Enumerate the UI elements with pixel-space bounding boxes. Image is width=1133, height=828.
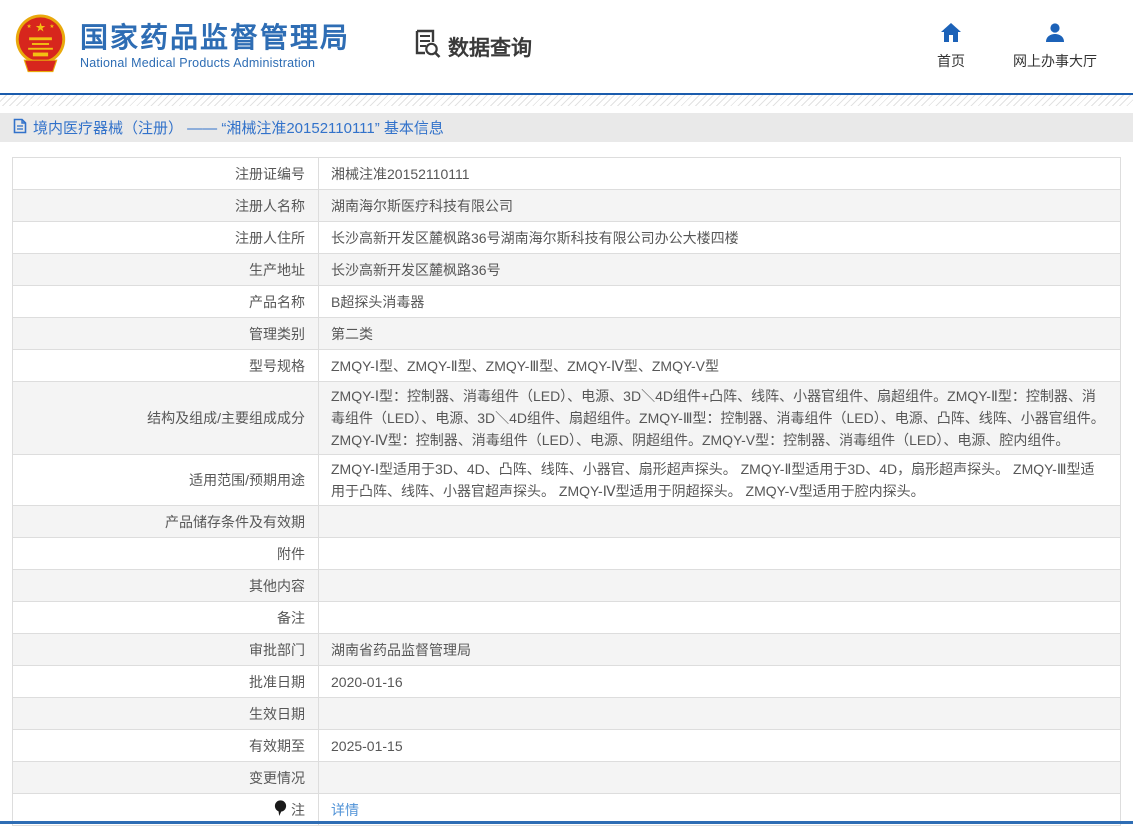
table-row: 生效日期 xyxy=(13,698,1120,730)
row-value xyxy=(319,538,1120,569)
site-logo[interactable]: ★ ★ ★ 国家药品监督管理局 National Medical Product… xyxy=(12,12,350,81)
row-label: 产品储存条件及有效期 xyxy=(13,506,319,537)
nav-label: 首页 xyxy=(937,51,965,71)
table-row: 适用范围/预期用途 ZMQY-Ⅰ型适用于3D、4D、凸阵、线阵、小器官、扇形超声… xyxy=(13,455,1120,506)
row-value: ZMQY-Ⅰ型：控制器、消毒组件（LED）、电源、3D＼4D组件+凸阵、线阵、小… xyxy=(319,382,1120,454)
document-icon xyxy=(13,118,27,138)
table-row: 变更情况 xyxy=(13,762,1120,794)
row-label: 其他内容 xyxy=(13,570,319,601)
balloon-icon xyxy=(274,800,287,820)
table-row: 结构及组成/主要组成成分 ZMQY-Ⅰ型：控制器、消毒组件（LED）、电源、3D… xyxy=(13,382,1120,455)
home-icon xyxy=(940,22,962,46)
row-label: 产品名称 xyxy=(13,286,319,317)
doc-search-icon xyxy=(414,29,441,64)
row-value xyxy=(319,698,1120,729)
breadcrumb-text: 境内医疗器械（注册） —— “湘械注准20152110111” 基本信息 xyxy=(33,117,444,138)
row-value: 长沙高新开发区麓枫路36号 xyxy=(319,254,1120,285)
row-value: 长沙高新开发区麓枫路36号湖南海尔斯科技有限公司办公大楼四楼 xyxy=(319,222,1120,253)
nav-label: 网上办事大厅 xyxy=(1013,51,1097,71)
table-row: 注册人名称 湖南海尔斯医疗科技有限公司 xyxy=(13,190,1120,222)
header: ★ ★ ★ 国家药品监督管理局 National Medical Product… xyxy=(0,0,1133,93)
svg-text:★: ★ xyxy=(49,23,54,30)
row-value xyxy=(319,762,1120,793)
table-row: 审批部门 湖南省药品监督管理局 xyxy=(13,634,1120,666)
nav-item-online-hall[interactable]: 网上办事大厅 xyxy=(1013,22,1097,71)
detail-link[interactable]: 详情 xyxy=(331,799,359,821)
row-label: 型号规格 xyxy=(13,350,319,381)
site-subtitle: National Medical Products Administration xyxy=(80,56,350,70)
table-row: 注册人住所 长沙高新开发区麓枫路36号湖南海尔斯科技有限公司办公大楼四楼 xyxy=(13,222,1120,254)
row-label: 管理类别 xyxy=(13,318,319,349)
row-value: 2025-01-15 xyxy=(319,730,1120,761)
row-value: 第二类 xyxy=(319,318,1120,349)
person-icon xyxy=(1044,22,1066,46)
top-nav: 首页 网上办事大厅 xyxy=(937,22,1097,71)
row-label: 附件 xyxy=(13,538,319,569)
table-row: 产品名称 B超探头消毒器 xyxy=(13,286,1120,318)
data-query-label: 数据查询 xyxy=(448,32,532,62)
row-label: 备注 xyxy=(13,602,319,633)
row-label: 结构及组成/主要组成成分 xyxy=(13,382,319,454)
table-row: 附件 xyxy=(13,538,1120,570)
row-label: 审批部门 xyxy=(13,634,319,665)
row-label: 变更情况 xyxy=(13,762,319,793)
row-value: B超探头消毒器 xyxy=(319,286,1120,317)
table-row: 其他内容 xyxy=(13,570,1120,602)
svg-text:★: ★ xyxy=(27,23,32,30)
hatch-band xyxy=(0,95,1133,106)
row-value xyxy=(319,506,1120,537)
row-label: 生产地址 xyxy=(13,254,319,285)
row-value xyxy=(319,602,1120,633)
national-emblem-icon: ★ ★ ★ xyxy=(12,12,69,81)
row-label: 适用范围/预期用途 xyxy=(13,455,319,505)
row-value: 湖南省药品监督管理局 xyxy=(319,634,1120,665)
table-row: 有效期至 2025-01-15 xyxy=(13,730,1120,762)
nav-item-home[interactable]: 首页 xyxy=(937,22,965,71)
table-row: 备注 xyxy=(13,602,1120,634)
site-title: 国家药品监督管理局 xyxy=(80,23,350,52)
row-value: 湖南海尔斯医疗科技有限公司 xyxy=(319,190,1120,221)
row-value: 2020-01-16 xyxy=(319,666,1120,697)
row-label: 有效期至 xyxy=(13,730,319,761)
bottom-border xyxy=(0,821,1133,824)
breadcrumb: 境内医疗器械（注册） —— “湘械注准20152110111” 基本信息 xyxy=(0,113,1133,142)
data-query-section[interactable]: 数据查询 xyxy=(414,29,532,64)
row-label: 生效日期 xyxy=(13,698,319,729)
row-label: 批准日期 xyxy=(13,666,319,697)
table-row: 注册证编号 湘械注准20152110111 xyxy=(13,158,1120,190)
row-value: ZMQY-Ⅰ型适用于3D、4D、凸阵、线阵、小器官、扇形超声探头。 ZMQY-Ⅱ… xyxy=(319,455,1120,505)
row-value xyxy=(319,570,1120,601)
row-label: 注册人名称 xyxy=(13,190,319,221)
row-label: 注册人住所 xyxy=(13,222,319,253)
info-table: 注册证编号 湘械注准20152110111 注册人名称 湖南海尔斯医疗科技有限公… xyxy=(12,157,1121,826)
table-row: 批准日期 2020-01-16 xyxy=(13,666,1120,698)
table-row: 产品储存条件及有效期 xyxy=(13,506,1120,538)
svg-text:★: ★ xyxy=(35,21,46,35)
row-value: 湘械注准20152110111 xyxy=(319,158,1120,189)
table-row: 管理类别 第二类 xyxy=(13,318,1120,350)
table-row: 型号规格 ZMQY-Ⅰ型、ZMQY-Ⅱ型、ZMQY-Ⅲ型、ZMQY-Ⅳ型、ZMQ… xyxy=(13,350,1120,382)
row-label: 注册证编号 xyxy=(13,158,319,189)
row-value: ZMQY-Ⅰ型、ZMQY-Ⅱ型、ZMQY-Ⅲ型、ZMQY-Ⅳ型、ZMQY-V型 xyxy=(319,350,1120,381)
table-row: 生产地址 长沙高新开发区麓枫路36号 xyxy=(13,254,1120,286)
